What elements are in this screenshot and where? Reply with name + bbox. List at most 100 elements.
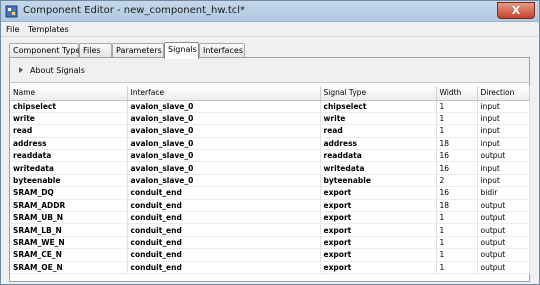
signal-interface[interactable]: avalon_slave_0 (127, 161, 321, 175)
table-row[interactable]: SRAM_CE_N conduit_end export 1 output (10, 248, 530, 262)
tab-parameters[interactable]: Parameters (112, 43, 164, 58)
signal-type[interactable]: address (320, 137, 437, 151)
column-header-interface[interactable]: Interface (127, 86, 321, 101)
signal-name[interactable]: writedata (10, 161, 128, 175)
signal-width[interactable]: 1 (436, 211, 478, 225)
signal-direction[interactable]: input (477, 137, 530, 151)
column-header-name[interactable]: Name (10, 86, 128, 101)
signal-type[interactable]: export (320, 223, 437, 237)
signal-interface[interactable]: conduit_end (127, 199, 321, 213)
signal-direction[interactable]: output (477, 211, 530, 225)
signal-direction[interactable]: output (477, 149, 530, 163)
signal-direction[interactable]: input (477, 124, 530, 138)
signal-direction[interactable]: output (477, 236, 530, 250)
signal-interface[interactable]: avalon_slave_0 (127, 149, 321, 163)
table-row[interactable]: SRAM_ADDR conduit_end export 18 output (10, 199, 530, 213)
signal-direction[interactable]: output (477, 199, 530, 213)
signal-width[interactable]: 1 (436, 100, 478, 113)
signal-name[interactable]: write (10, 112, 128, 126)
signal-width[interactable]: 1 (436, 112, 478, 126)
signal-type[interactable]: export (320, 186, 437, 200)
table-row[interactable]: readdata avalon_slave_0 readdata 16 outp… (10, 149, 530, 163)
signal-name[interactable]: SRAM_WE_N (10, 236, 128, 250)
signal-type[interactable]: export (320, 261, 437, 274)
signal-width[interactable]: 2 (436, 174, 478, 188)
signal-width[interactable]: 16 (436, 161, 478, 175)
signal-interface[interactable]: conduit_end (127, 186, 321, 200)
signal-name[interactable]: SRAM_LB_N (10, 223, 128, 237)
signal-direction[interactable]: output (477, 223, 530, 237)
signal-direction[interactable]: output (477, 248, 530, 262)
menu-file[interactable]: File (6, 25, 19, 34)
signal-type[interactable]: export (320, 236, 437, 250)
signal-interface[interactable]: avalon_slave_0 (127, 174, 321, 188)
table-row[interactable]: byteenable avalon_slave_0 byteenable 2 i… (10, 174, 530, 188)
signal-type[interactable]: write (320, 112, 437, 126)
menu-templates[interactable]: Templates (28, 25, 69, 34)
signal-name[interactable]: readdata (10, 149, 128, 163)
signal-direction[interactable]: output (477, 261, 530, 274)
about-signals-section[interactable]: About Signals (10, 58, 529, 83)
signal-direction[interactable]: bidir (477, 186, 530, 200)
table-row[interactable]: SRAM_UB_N conduit_end export 1 output (10, 211, 530, 225)
table-row[interactable]: write avalon_slave_0 write 1 input (10, 112, 530, 126)
signal-interface[interactable]: avalon_slave_0 (127, 100, 321, 113)
table-row[interactable]: SRAM_WE_N conduit_end export 1 output (10, 236, 530, 250)
signal-type[interactable]: export (320, 211, 437, 225)
close-button[interactable]: X (497, 2, 535, 19)
signal-interface[interactable]: conduit_end (127, 261, 321, 274)
signal-name[interactable]: SRAM_OE_N (10, 261, 128, 274)
signal-width[interactable]: 18 (436, 199, 478, 213)
signal-type[interactable]: export (320, 199, 437, 213)
signal-type[interactable]: read (320, 124, 437, 138)
signal-width[interactable]: 1 (436, 236, 478, 250)
signal-interface[interactable]: conduit_end (127, 236, 321, 250)
table-row[interactable]: address avalon_slave_0 address 18 input (10, 137, 530, 151)
signal-direction[interactable]: input (477, 174, 530, 188)
signal-interface[interactable]: avalon_slave_0 (127, 137, 321, 151)
signal-interface[interactable]: conduit_end (127, 211, 321, 225)
signal-interface[interactable]: conduit_end (127, 248, 321, 262)
signal-name[interactable]: SRAM_DQ (10, 186, 128, 200)
table-row[interactable]: SRAM_DQ conduit_end export 16 bidir (10, 186, 530, 200)
table-row[interactable]: writedata avalon_slave_0 writedata 16 in… (10, 161, 530, 175)
signal-type[interactable]: export (320, 248, 437, 262)
signal-name[interactable]: chipselect (10, 100, 128, 113)
table-row[interactable]: chipselect avalon_slave_0 chipselect 1 i… (10, 100, 530, 113)
tab-signals[interactable]: Signals (164, 42, 199, 59)
signal-type[interactable]: byteenable (320, 174, 437, 188)
signal-type[interactable]: readdata (320, 149, 437, 163)
column-header-width[interactable]: Width (436, 86, 478, 101)
signal-name[interactable]: SRAM_CE_N (10, 248, 128, 262)
signal-name[interactable]: byteenable (10, 174, 128, 188)
table-row[interactable]: read avalon_slave_0 read 1 input (10, 124, 530, 138)
title-bar[interactable]: Component Editor - new_component_hw.tcl*… (1, 1, 539, 22)
signal-name[interactable]: address (10, 137, 128, 151)
signal-type[interactable]: chipselect (320, 100, 437, 113)
signal-width[interactable]: 1 (436, 261, 478, 274)
signal-interface[interactable]: conduit_end (127, 223, 321, 237)
signal-width[interactable]: 16 (436, 186, 478, 200)
signal-direction[interactable]: input (477, 100, 530, 113)
signal-name[interactable]: read (10, 124, 128, 138)
tab-component-type[interactable]: Component Type (9, 43, 80, 58)
tab-files[interactable]: Files (79, 43, 112, 58)
signal-type[interactable]: writedata (320, 161, 437, 175)
tab-interfaces[interactable]: Interfaces (199, 43, 245, 58)
signal-name[interactable]: SRAM_ADDR (10, 199, 128, 213)
signal-width[interactable]: 18 (436, 137, 478, 151)
signal-direction[interactable]: input (477, 112, 530, 126)
signal-width[interactable]: 1 (436, 223, 478, 237)
caret-right-icon[interactable] (19, 67, 23, 73)
signal-width[interactable]: 1 (436, 248, 478, 262)
signal-interface[interactable]: avalon_slave_0 (127, 124, 321, 138)
signal-direction[interactable]: input (477, 161, 530, 175)
table-row[interactable]: SRAM_LB_N conduit_end export 1 output (10, 223, 530, 237)
column-header-signal-type[interactable]: Signal Type (320, 86, 437, 101)
table-row[interactable]: SRAM_OE_N conduit_end export 1 output (10, 261, 530, 274)
signal-interface[interactable]: avalon_slave_0 (127, 112, 321, 126)
column-header-direction[interactable]: Direction (477, 86, 530, 101)
signal-width[interactable]: 1 (436, 124, 478, 138)
signal-name[interactable]: SRAM_UB_N (10, 211, 128, 225)
signal-width[interactable]: 16 (436, 149, 478, 163)
